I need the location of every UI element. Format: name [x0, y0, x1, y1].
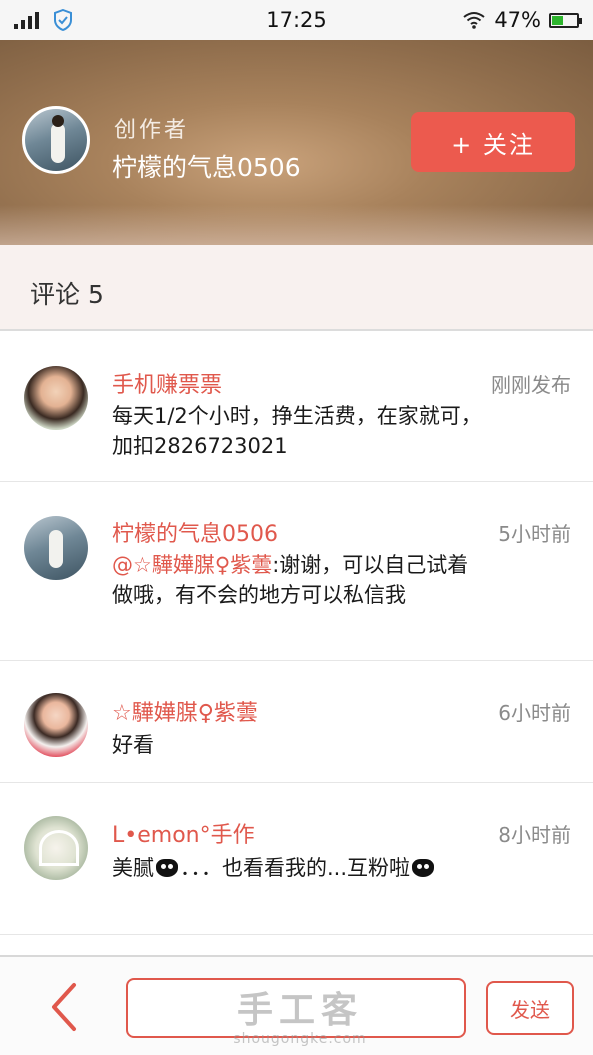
comment-text: @☆驊嬅腜♀紫蕓:谢谢，可以自己试着做哦，有不会的地方可以私信我: [112, 550, 482, 610]
comment-time: 5小时前: [498, 522, 571, 546]
cat-emoji-icon: [156, 859, 178, 877]
comment-author[interactable]: ☆驊嬅腜♀紫蕓: [112, 695, 258, 727]
avatar[interactable]: [24, 516, 88, 580]
comment-item[interactable]: 柠檬的气息0506 5小时前 @☆驊嬅腜♀紫蕓:谢谢，可以自己试着做哦，有不会的…: [0, 482, 593, 661]
comment-text: 美腻 ．．．也看看我的...互粉啦: [112, 853, 482, 883]
status-bar: 17:25 47%: [0, 0, 593, 40]
send-button[interactable]: 发送: [486, 981, 574, 1035]
battery-icon: [549, 12, 582, 28]
comment-body: ．．．也看看我的...互粉啦: [180, 856, 411, 880]
cat-emoji-icon: [412, 859, 435, 877]
comment-author[interactable]: 手机赚票票: [112, 367, 222, 399]
comment-item[interactable]: 手机赚票票 刚刚发布 每天1/2个小时，挣生活费，在家就可，加扣28267230…: [0, 333, 593, 482]
comment-input-bar: 手工客 shougongke.com 发送: [0, 955, 593, 1055]
comment-author[interactable]: 柠檬的气息0506: [112, 516, 278, 548]
comment-text: 好看: [112, 733, 154, 757]
comment-author[interactable]: L•emon°手作: [112, 817, 255, 849]
comment-item[interactable]: L•emon°手作 8小时前 美腻 ．．．也看看我的...互粉啦: [0, 783, 593, 935]
signal-icon: [14, 11, 39, 29]
comment-body: 美腻: [112, 856, 154, 880]
creator-avatar[interactable]: [22, 106, 90, 174]
comment-item[interactable]: ☆驊嬅腜♀紫蕓 6小时前 好看: [0, 661, 593, 783]
avatar[interactable]: [24, 693, 88, 757]
avatar[interactable]: [24, 366, 88, 430]
comment-time: 8小时前: [498, 823, 571, 847]
comment-mention[interactable]: @☆驊嬅腜♀紫蕓: [112, 553, 272, 577]
battery-percent: 47%: [494, 8, 541, 32]
creator-header: 创作者 柠檬的气息0506 + 关注: [0, 40, 593, 245]
creator-role-label: 创作者: [114, 118, 190, 143]
comment-text: 每天1/2个小时，挣生活费，在家就可，加扣2826723021: [112, 404, 482, 458]
wifi-icon: [463, 12, 485, 29]
shield-icon: [54, 9, 72, 31]
avatar[interactable]: [24, 816, 88, 880]
comment-count-title: 评论 5: [30, 280, 104, 309]
comment-time: 6小时前: [498, 701, 571, 725]
follow-button[interactable]: + 关注: [411, 112, 575, 172]
creator-name[interactable]: 柠檬的气息0506: [112, 148, 301, 184]
comment-time: 刚刚发布: [491, 373, 571, 397]
comment-input[interactable]: [126, 978, 466, 1038]
comment-count-header: 评论 5: [0, 245, 593, 331]
battery-fill: [552, 15, 564, 25]
comment-list: 手机赚票票 刚刚发布 每天1/2个小时，挣生活费，在家就可，加扣28267230…: [0, 333, 593, 935]
back-arrow-icon[interactable]: [44, 979, 84, 1035]
